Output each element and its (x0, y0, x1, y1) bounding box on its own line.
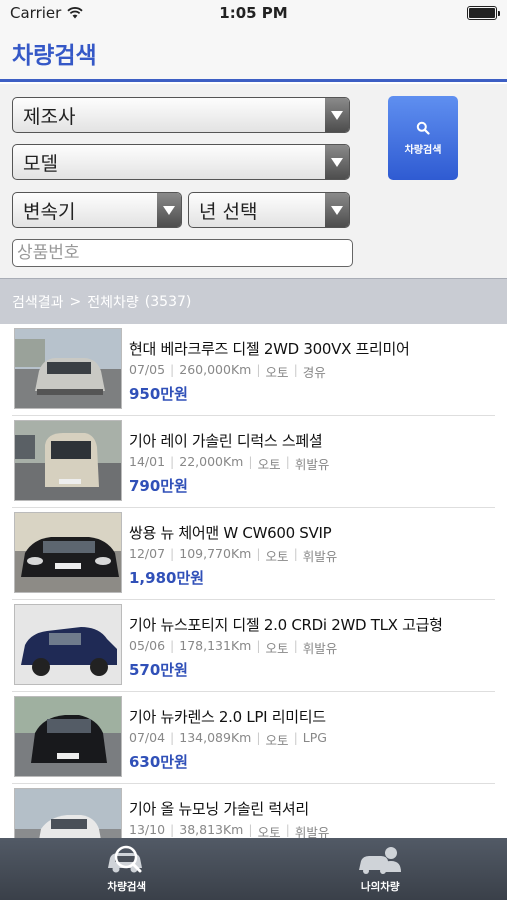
results-breadcrumb: 검색결과 > 전체차량 (3537) (0, 278, 507, 324)
transmission-select-value: 변속기 (23, 200, 76, 223)
search-icon (416, 121, 430, 135)
car-price: 630만원 (129, 753, 188, 771)
car-mileage: 22,000Km (179, 454, 244, 469)
car-meta: 05/06 | 178,131Km | 오토 | 휘발유 (129, 638, 338, 656)
car-date: 07/04 (129, 730, 166, 745)
list-item[interactable]: 기아 뉴카렌스 2.0 LPI 리미티드 07/04 | 134,089Km | 오토 |… (0, 692, 507, 784)
car-price: 1,980만원 (129, 569, 205, 587)
car-title: 기아 레이 가솔린 디럭스 스페셜 (129, 432, 323, 450)
list-item[interactable]: 쌍용 뉴 체어맨 W CW600 SVIP 12/07 | 109,770Km | 오토… (0, 508, 507, 600)
car-transmission: 오토 (257, 825, 281, 838)
tab-bar: 차량검색 나의차량 (0, 838, 507, 900)
car-mileage: 260,000Km (179, 362, 252, 377)
car-fuel: 경유 (302, 365, 326, 380)
car-date: 07/05 (129, 362, 166, 377)
car-fuel: 휘발유 (302, 549, 338, 564)
car-price: 950만원 (129, 385, 188, 403)
car-fuel: 휘발유 (294, 825, 330, 838)
car-price: 790만원 (129, 477, 188, 495)
car-photo (15, 513, 121, 592)
car-title: 쌍용 뉴 체어맨 W CW600 SVIP (129, 524, 332, 542)
list-item[interactable]: 기아 레이 가솔린 디럭스 스페셜 14/01 | 22,000Km | 오토 | 휘발유 … (0, 416, 507, 508)
breadcrumb-separator: > (69, 293, 82, 310)
results-label: 검색결과 (12, 294, 64, 311)
status-bar: Carrier 1:05 PM (0, 0, 507, 26)
chevron-down-icon (325, 145, 349, 179)
car-meta: 07/05 | 260,000Km | 오토 | 경유 (129, 362, 326, 380)
tab-car-search[interactable]: 차량검색 (0, 838, 254, 900)
search-button[interactable]: 차량검색 (388, 96, 458, 180)
results-category: 전체차량 (87, 294, 139, 311)
car-meta: 14/01 | 22,000Km | 오토 | 휘발유 (129, 454, 330, 472)
car-price: 570만원 (129, 661, 188, 679)
year-select[interactable]: 년 선택 (188, 192, 350, 228)
wifi-icon (67, 7, 83, 19)
year-select-value: 년 선택 (199, 200, 258, 223)
car-mileage: 38,813Km (179, 822, 244, 837)
carrier-label: Carrier (10, 4, 62, 22)
results-count: (3537) (144, 293, 192, 310)
car-photo (15, 789, 121, 838)
tab-my-car[interactable]: 나의차량 (254, 838, 507, 900)
car-date: 13/10 (129, 822, 166, 837)
maker-select[interactable]: 제조사 (12, 97, 350, 133)
nav-bar: 차량검색 (0, 26, 507, 82)
maker-select-value: 제조사 (23, 105, 76, 128)
car-mileage: 134,089Km (179, 730, 252, 745)
status-left: Carrier (10, 4, 83, 22)
car-fuel: 휘발유 (302, 641, 338, 656)
car-thumbnail (14, 788, 122, 838)
car-meta: 07/04 | 134,089Km | 오토 | LPG (129, 730, 327, 748)
car-title: 기아 올 뉴모닝 가솔린 럭셔리 (129, 800, 309, 818)
chevron-down-icon (157, 193, 181, 227)
car-search-icon (107, 845, 142, 873)
car-transmission: 오토 (265, 641, 289, 656)
chevron-down-icon (325, 98, 349, 132)
page-title: 차량검색 (12, 42, 97, 69)
model-select[interactable]: 모델 (12, 144, 350, 180)
car-meta: 12/07 | 109,770Km | 오토 | 휘발유 (129, 546, 338, 564)
model-select-value: 모델 (23, 152, 58, 175)
tab-my-car-label: 나의차량 (360, 881, 400, 893)
app: Carrier 1:05 PM 차량검색 제조사 모델 변속기 년 선택 상품번… (0, 0, 507, 900)
car-mileage: 178,131Km (179, 638, 252, 653)
car-photo (15, 697, 121, 776)
car-thumbnail (14, 420, 122, 501)
search-button-label: 차량검색 (404, 144, 442, 156)
transmission-select[interactable]: 변속기 (12, 192, 182, 228)
car-thumbnail (14, 604, 122, 685)
car-mileage: 109,770Km (179, 546, 252, 561)
product-number-input[interactable] (12, 239, 353, 267)
car-thumbnail (14, 512, 122, 593)
chevron-down-icon (325, 193, 349, 227)
car-transmission: 오토 (265, 549, 289, 564)
car-transmission: 오토 (265, 733, 289, 748)
car-transmission: 오토 (265, 365, 289, 380)
car-date: 05/06 (129, 638, 166, 653)
car-transmission: 오토 (257, 457, 281, 472)
battery-icon (467, 6, 500, 20)
car-date: 12/07 (129, 546, 166, 561)
car-thumbnail (14, 696, 122, 777)
car-fuel: 휘발유 (294, 457, 330, 472)
car-title: 현대 베라크루즈 디젤 2WD 300VX 프리미어 (129, 340, 410, 358)
car-title: 기아 뉴카렌스 2.0 LPI 리미티드 (129, 708, 326, 726)
tab-car-search-label: 차량검색 (107, 881, 147, 893)
car-photo (15, 605, 121, 684)
car-photo (15, 421, 121, 500)
car-title: 기아 뉴스포티지 디젤 2.0 CRDi 2WD TLX 고급형 (129, 616, 443, 634)
list-item[interactable]: 기아 올 뉴모닝 가솔린 럭셔리 13/10 | 38,813Km | 오토 | 휘발유 (0, 784, 507, 838)
car-fuel: LPG (302, 730, 327, 745)
my-car-icon (359, 847, 402, 874)
car-thumbnail (14, 328, 122, 409)
car-photo (15, 329, 121, 408)
car-meta: 13/10 | 38,813Km | 오토 | 휘발유 (129, 822, 329, 838)
car-date: 14/01 (129, 454, 166, 469)
search-panel: 제조사 모델 변속기 년 선택 차량검색 (0, 84, 507, 278)
car-list: 현대 베라크루즈 디젤 2WD 300VX 프리미어 07/05 | 260,000… (0, 324, 507, 838)
list-item[interactable]: 기아 뉴스포티지 디젤 2.0 CRDi 2WD TLX 고급형 05/06 | 1… (0, 600, 507, 692)
list-item[interactable]: 현대 베라크루즈 디젤 2WD 300VX 프리미어 07/05 | 260,000… (0, 324, 507, 416)
